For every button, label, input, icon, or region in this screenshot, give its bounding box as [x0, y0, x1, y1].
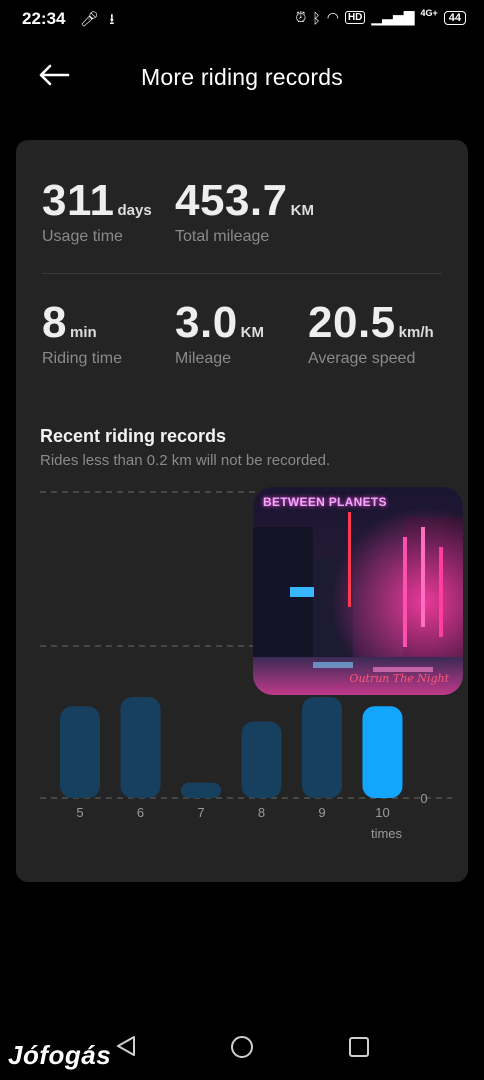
nav-back-icon[interactable] — [115, 1034, 137, 1058]
chart-bar — [302, 697, 342, 798]
riding-stats-card: 311 days Usage time 453.7 KM Total mileage… — [16, 140, 468, 882]
stat-label: Riding time — [42, 350, 123, 367]
album-title: BETWEEN PLANETS — [263, 495, 387, 509]
stat-value: 311 — [42, 176, 115, 225]
divider — [42, 273, 442, 274]
x-tick-label: 8 — [258, 805, 265, 820]
x-tick-label: 5 — [76, 805, 83, 820]
wifi-icon: ◠ — [326, 9, 339, 25]
chart-bar — [60, 706, 100, 798]
stat-average-speed: 20.5 km/h Average speed — [308, 298, 434, 368]
bluetooth-icon: ᛒ — [312, 9, 321, 26]
network-type: 4G+ — [420, 7, 438, 18]
stat-riding-time: 8 min Riding time — [42, 298, 122, 368]
nav-home-icon[interactable] — [231, 1036, 253, 1058]
records-subtitle: Rides less than 0.2 km will not be recor… — [40, 452, 331, 469]
stat-usage-time: 311 days Usage time — [42, 176, 152, 246]
stat-value: 3.0 — [175, 298, 238, 347]
page-title: More riding records — [141, 64, 343, 90]
records-title: Recent riding records — [40, 426, 227, 446]
stat-unit: km/h — [398, 324, 434, 341]
hd-icon: HD — [344, 11, 366, 24]
stat-total-mileage: 453.7 KM Total mileage — [175, 176, 314, 246]
stat-unit: KM — [290, 202, 314, 219]
chart-bar — [362, 706, 403, 798]
x-axis-label: times — [371, 826, 403, 841]
stat-label: Average speed — [308, 350, 416, 367]
signal-icon: ▁▃▅▇ — [371, 9, 415, 25]
x-tick-label: 6 — [137, 805, 144, 820]
stat-unit: KM — [240, 324, 264, 341]
stat-label: Total mileage — [175, 228, 270, 245]
stat-value: 453.7 — [175, 176, 288, 225]
alarm-icon: ⏰︎ — [295, 9, 307, 25]
chart-bar — [241, 721, 282, 798]
stat-value: 20.5 — [308, 298, 396, 347]
download-icon: ⭳ — [109, 11, 115, 28]
x-tick-label: 10 — [375, 805, 389, 820]
status-notification-icons: 🎤︎ ⭳ — [80, 9, 114, 34]
nav-recents-icon[interactable] — [349, 1037, 369, 1057]
battery-icon: 44 — [443, 10, 466, 25]
chart-bar — [181, 782, 221, 798]
stat-unit: min — [69, 324, 97, 341]
chart-bar — [120, 697, 161, 798]
stat-label: Mileage — [175, 350, 232, 367]
status-time: 22:34 — [22, 9, 66, 28]
stat-unit: days — [117, 202, 152, 219]
album-art-popup[interactable]: BETWEEN PLANETS Outrun The Night — [253, 487, 463, 695]
page-header: More riding records — [0, 55, 484, 99]
watermark-logo: Jófogás — [8, 1040, 112, 1070]
status-system-icons: ⏰︎ ᛒ ◠ HD ▁▃▅▇ 4G+ 44 — [295, 7, 466, 26]
microphone-icon: 🎤︎ — [80, 11, 100, 28]
stat-value: 8 — [42, 298, 67, 347]
y-tick-label: 0 — [420, 791, 427, 806]
album-art-image — [253, 487, 463, 695]
status-bar: 22:34 🎤︎ ⭳ ⏰︎ ᛒ ◠ HD ▁▃▅▇ 4G+ 44 — [0, 0, 484, 36]
album-signature: Outrun The Night — [349, 672, 449, 685]
stat-mileage: 3.0 KM Mileage — [175, 298, 264, 368]
x-tick-label: 7 — [197, 805, 204, 820]
stat-label: Usage time — [42, 228, 123, 245]
x-tick-label: 9 — [318, 805, 325, 820]
